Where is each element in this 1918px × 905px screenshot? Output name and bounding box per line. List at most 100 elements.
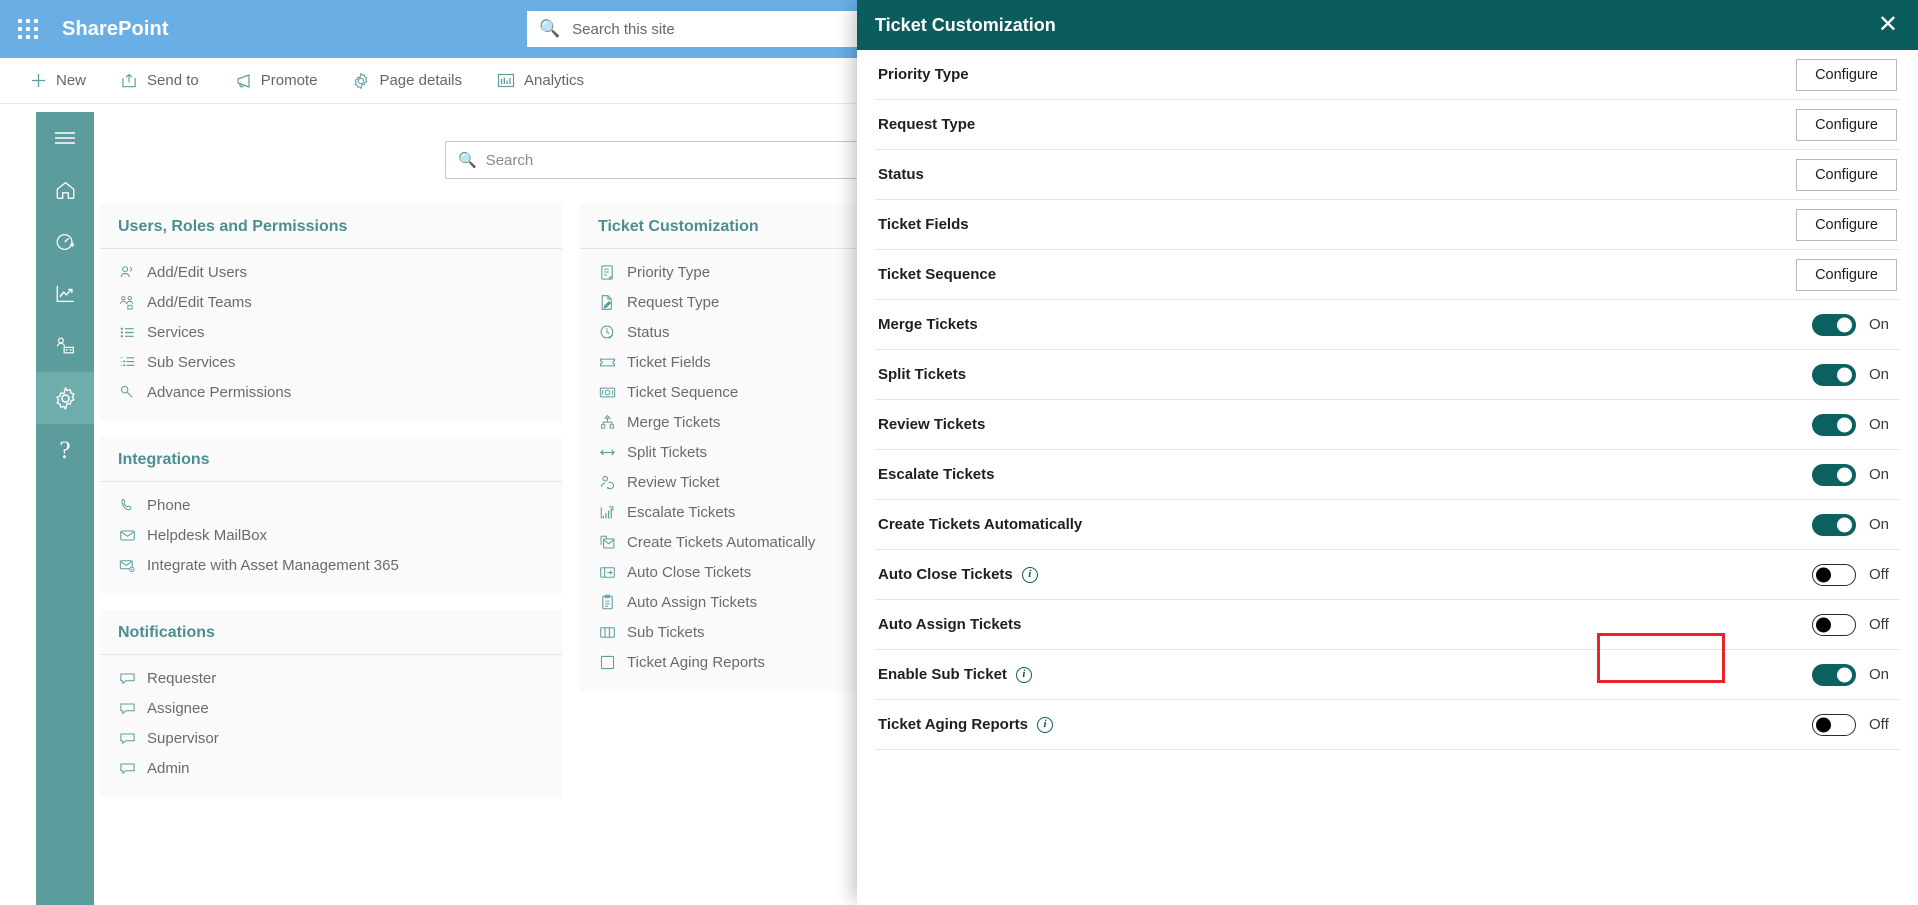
link-advance-permissions[interactable]: Advance Permissions: [100, 377, 562, 407]
panel-row-auto-close-tickets: Auto Close Tickets i Off: [875, 550, 1900, 600]
info-icon[interactable]: i: [1021, 566, 1038, 583]
site-search-placeholder: Search this site: [572, 20, 675, 38]
aging-report-icon: [598, 653, 616, 671]
sidebar-item-teams[interactable]: [36, 320, 94, 372]
link-services[interactable]: Services: [100, 317, 562, 347]
link-integrate-asset-management[interactable]: Integrate with Asset Management 365: [100, 550, 562, 580]
sequence-icon: [598, 383, 616, 401]
gear-icon: [352, 72, 370, 90]
link-sub-services[interactable]: Sub Services: [100, 347, 562, 377]
auto-assign-tickets-toggle[interactable]: [1812, 613, 1856, 636]
link-helpdesk-mailbox[interactable]: Helpdesk MailBox: [100, 520, 562, 550]
panel-row-enable-sub-ticket: Enable Sub Ticket i On: [875, 650, 1900, 700]
create-tickets-automatically-toggle[interactable]: [1812, 513, 1856, 536]
settings-column-left: Users, Roles and Permissions Add/Edit Us…: [100, 204, 562, 797]
sharepoint-brand[interactable]: SharePoint: [62, 18, 169, 41]
configure-button[interactable]: Configure: [1796, 58, 1897, 91]
row-control: Configure: [1796, 208, 1897, 241]
auto-close-icon: [598, 563, 616, 581]
link-phone[interactable]: Phone: [100, 490, 562, 520]
new-label: New: [56, 72, 87, 89]
promote-button[interactable]: Promote: [234, 72, 317, 89]
auto-assign-icon: [598, 593, 616, 611]
sidebar-item-home[interactable]: [36, 164, 94, 216]
panel-row-ticket-fields: Ticket Fields Configure: [875, 200, 1900, 250]
row-label-group: Enable Sub Ticket i: [878, 666, 1032, 683]
link-label: Add/Edit Users: [147, 263, 248, 281]
toggle-state: Off: [1869, 716, 1889, 733]
chart-line-icon: [54, 283, 77, 305]
link-label: Auto Close Tickets: [627, 563, 752, 581]
row-label: Request Type: [878, 116, 976, 133]
close-icon[interactable]: ✕: [1878, 13, 1898, 37]
row-control: Configure: [1796, 58, 1897, 91]
sidebar-item-reports[interactable]: [36, 268, 94, 320]
toggle-state: On: [1869, 316, 1890, 333]
key-icon: [118, 383, 136, 401]
toggle-state: On: [1869, 516, 1890, 533]
merge-icon: [598, 413, 616, 431]
new-button[interactable]: New: [30, 72, 86, 89]
row-label: Review Tickets: [878, 416, 986, 433]
ticket-aging-reports-toggle[interactable]: [1812, 713, 1856, 736]
sub-list-icon: [118, 353, 136, 371]
app-launcher-icon[interactable]: [0, 19, 56, 39]
sidebar-item-help[interactable]: ?: [36, 424, 94, 476]
link-add-edit-users[interactable]: Add/Edit Users: [100, 257, 562, 287]
link-label: Status: [627, 323, 670, 341]
send-to-button[interactable]: Send to: [121, 72, 199, 89]
merge-tickets-toggle[interactable]: [1812, 313, 1856, 336]
comment-icon: [118, 759, 136, 777]
card-links: Phone Helpdesk MailBox Integrate with As…: [100, 482, 562, 594]
row-control: Configure: [1796, 258, 1897, 291]
configure-button[interactable]: Configure: [1796, 108, 1897, 141]
row-control: Off: [1812, 713, 1897, 736]
link-assignee[interactable]: Assignee: [100, 693, 562, 723]
row-control: On: [1812, 663, 1897, 686]
info-icon[interactable]: i: [1037, 716, 1054, 733]
configure-button[interactable]: Configure: [1796, 208, 1897, 241]
sidebar-item-settings[interactable]: [36, 372, 94, 424]
escalate-tickets-toggle[interactable]: [1812, 463, 1856, 486]
enable-sub-ticket-toggle[interactable]: [1812, 663, 1856, 686]
row-control: On: [1812, 413, 1897, 436]
link-label: Request Type: [627, 293, 720, 311]
gauge-icon: [54, 231, 77, 253]
link-supervisor[interactable]: Supervisor: [100, 723, 562, 753]
send-to-icon: [121, 72, 138, 89]
sidebar-item-menu[interactable]: [36, 112, 94, 164]
panel-row-create-tickets-automatically: Create Tickets Automatically On: [875, 500, 1900, 550]
link-label: Requester: [147, 669, 217, 687]
megaphone-icon: [234, 72, 252, 89]
link-label: Helpdesk MailBox: [147, 526, 268, 544]
row-label: Escalate Tickets: [878, 466, 995, 483]
mail-icon: [118, 526, 136, 544]
row-label: Auto Assign Tickets: [878, 616, 1022, 633]
create-auto-icon: [598, 533, 616, 551]
list-icon: [118, 323, 136, 341]
analytics-button[interactable]: Analytics: [497, 72, 584, 89]
link-admin[interactable]: Admin: [100, 753, 562, 783]
row-label: Auto Close Tickets: [878, 566, 1013, 583]
request-edit-icon: [598, 293, 616, 311]
panel-row-request-type: Request Type Configure: [875, 100, 1900, 150]
configure-button[interactable]: Configure: [1796, 158, 1897, 191]
configure-button[interactable]: Configure: [1796, 258, 1897, 291]
panel-row-split-tickets: Split Tickets On: [875, 350, 1900, 400]
sidebar-item-dashboard[interactable]: [36, 216, 94, 268]
search-icon: 🔍: [539, 19, 561, 38]
link-label: Services: [147, 323, 205, 341]
toggle-state: Off: [1869, 566, 1889, 583]
info-icon[interactable]: i: [1015, 666, 1032, 683]
link-add-edit-teams[interactable]: Add/Edit Teams: [100, 287, 562, 317]
card-title: Users, Roles and Permissions: [100, 204, 562, 249]
split-tickets-toggle[interactable]: [1812, 363, 1856, 386]
card-notifications: Notifications Requester Assignee Supervi…: [100, 610, 562, 797]
panel-row-merge-tickets: Merge Tickets On: [875, 300, 1900, 350]
toggle-state: On: [1869, 366, 1890, 383]
panel-title: Ticket Customization: [875, 14, 1056, 35]
page-details-button[interactable]: Page details: [352, 72, 462, 90]
link-requester[interactable]: Requester: [100, 663, 562, 693]
review-tickets-toggle[interactable]: [1812, 413, 1856, 436]
auto-close-tickets-toggle[interactable]: [1812, 563, 1856, 586]
